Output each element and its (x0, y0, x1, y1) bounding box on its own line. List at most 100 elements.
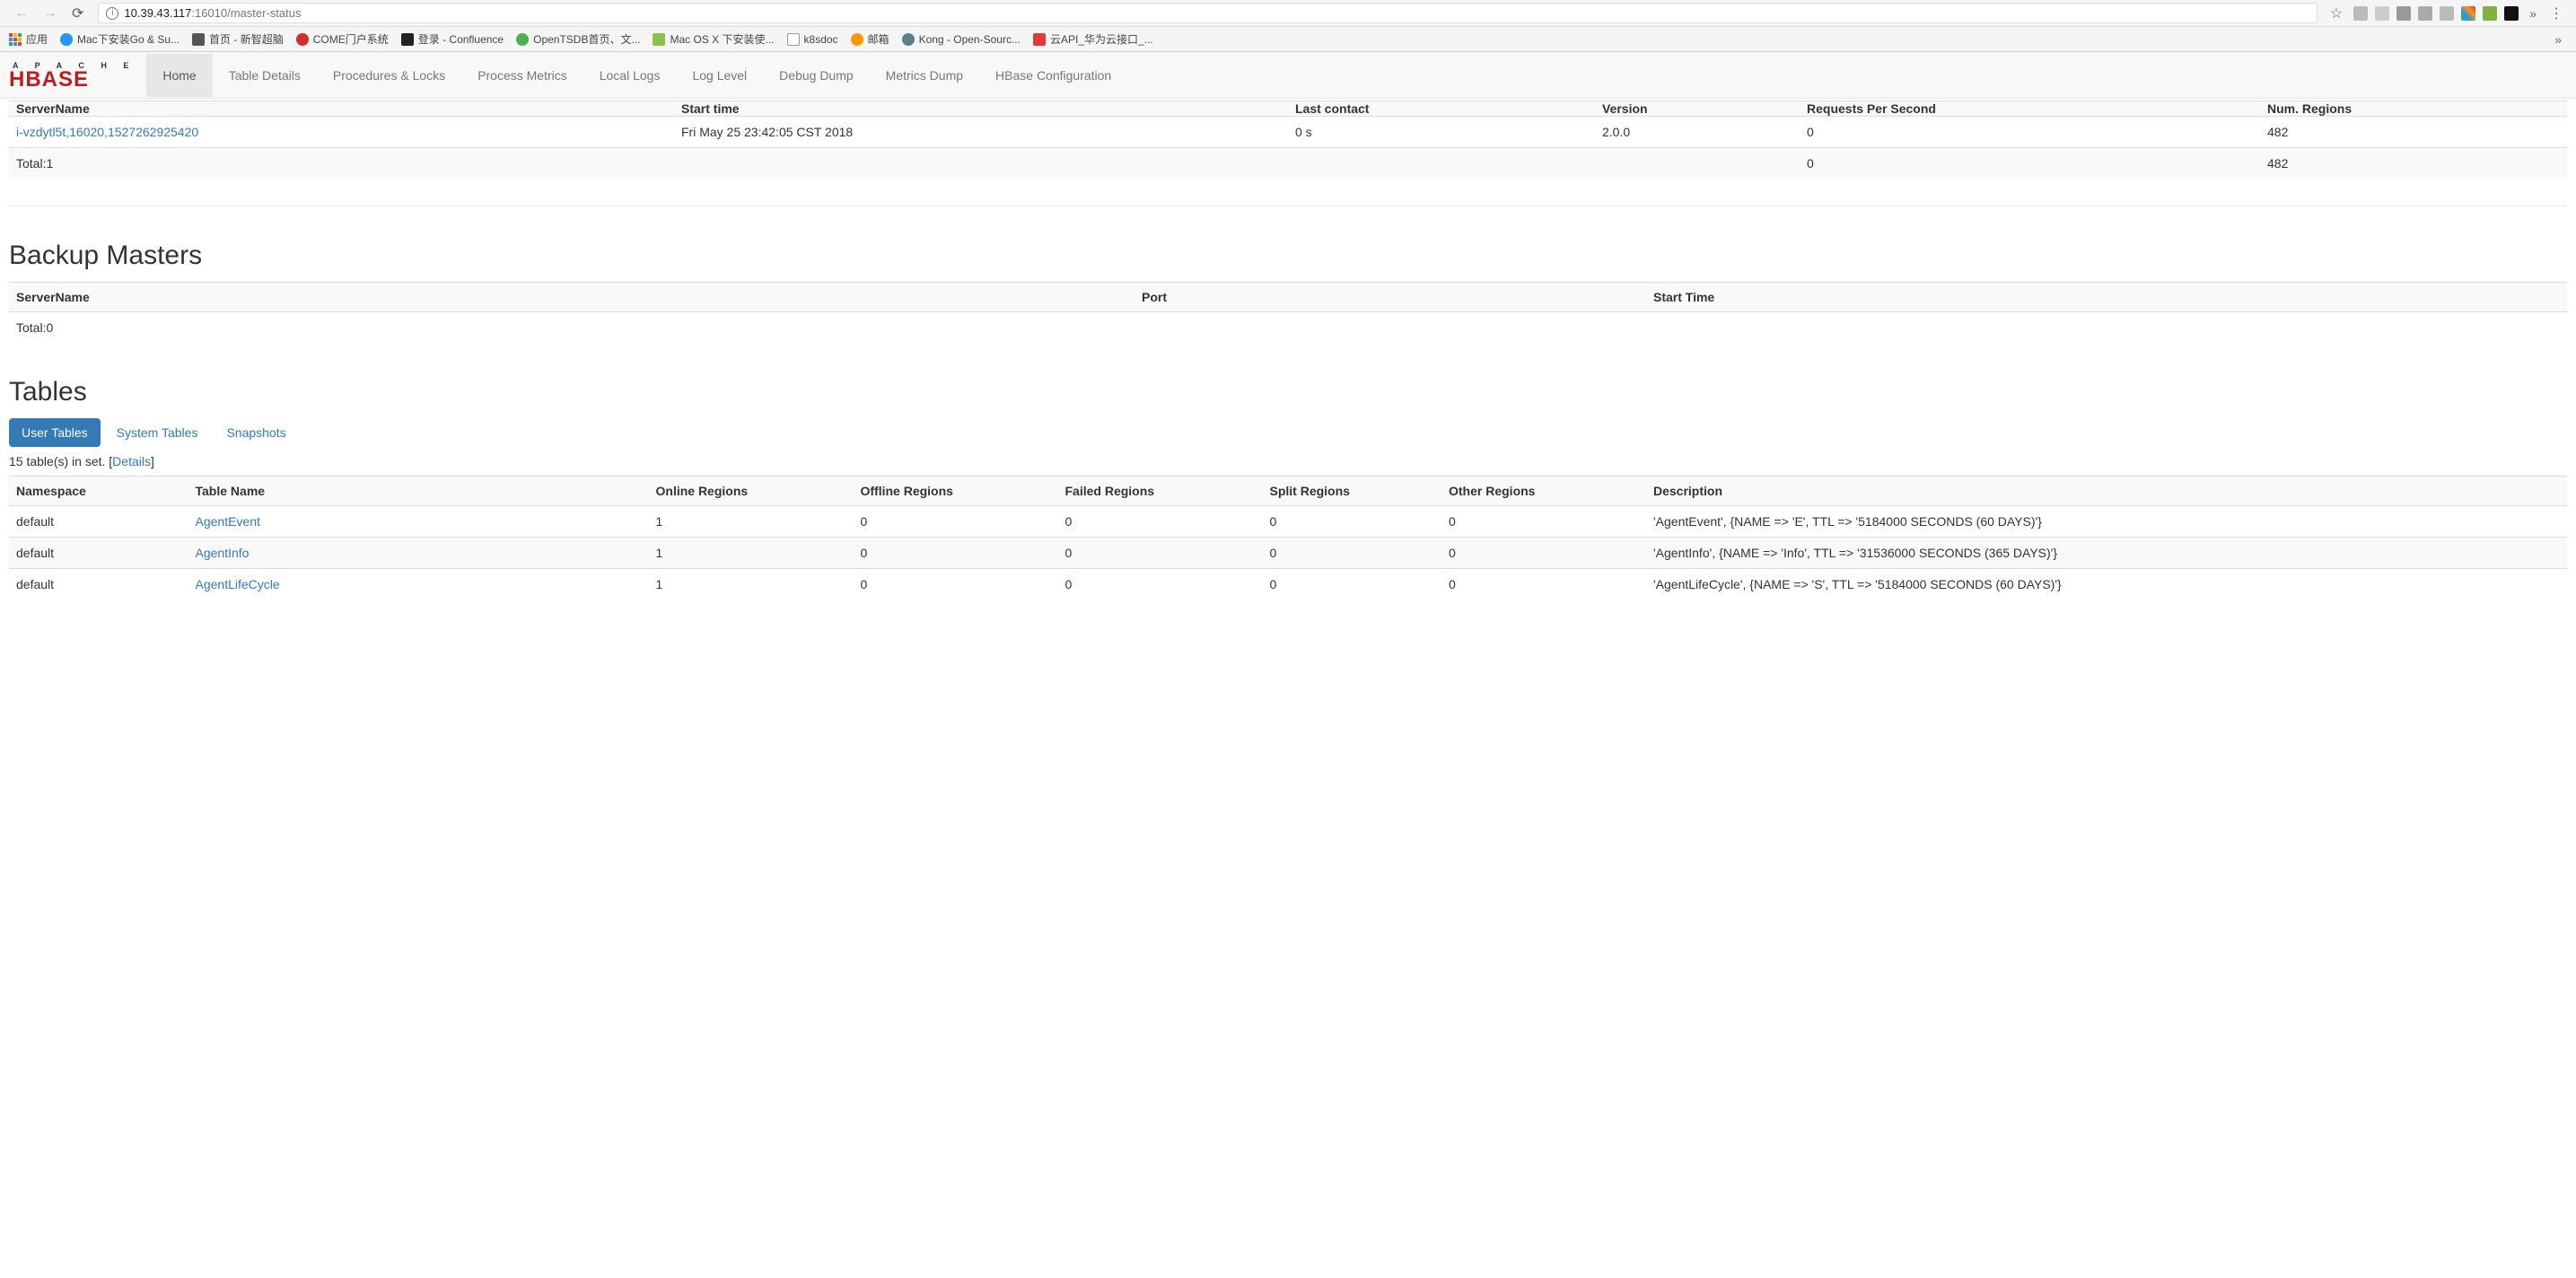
user-tables-table: Namespace Table Name Online Regions Offl… (9, 476, 2567, 600)
th-port: Port (1135, 283, 1646, 312)
total-rps: 0 (1800, 148, 2260, 179)
forward-button[interactable]: → (36, 2, 65, 25)
bookmark-favicon (516, 33, 529, 46)
bookmark-item[interactable]: k8sdoc (787, 33, 838, 46)
th-regions: Num. Regions (2260, 101, 2567, 117)
bookmark-item[interactable]: Mac OS X 下安装使... (653, 31, 774, 47)
apps-button[interactable]: 应用 (9, 31, 48, 47)
cell-contact: 0 s (1288, 117, 1595, 148)
th-split: Split Regions (1263, 477, 1442, 506)
url-host: 10.39.43.117 (124, 6, 191, 20)
th-starttime: Start Time (1646, 283, 2567, 312)
nav-procedures-locks[interactable]: Procedures & Locks (317, 54, 461, 97)
table-row: default AgentLifeCycle 1 0 0 0 0 'AgentL… (9, 569, 2567, 600)
table-total-row: Total:0 (9, 312, 2567, 344)
hbase-navbar: A P A C H E HBASE Home Table Details Pro… (0, 52, 2576, 99)
tab-user-tables[interactable]: User Tables (9, 418, 101, 447)
bookmark-item[interactable]: OpenTSDB首页、文... (516, 31, 640, 47)
ext-icon[interactable] (2440, 6, 2454, 21)
bookmark-item[interactable]: Kong - Open-Sourc... (902, 33, 1021, 46)
th-version: Version (1595, 101, 1800, 117)
table-link[interactable]: AgentInfo (196, 546, 250, 560)
th-servername: ServerName (9, 283, 1135, 312)
extension-icons (2348, 6, 2524, 21)
address-bar[interactable]: i 10.39.43.117:16010/master-status (98, 3, 2317, 23)
ext-icon[interactable] (2375, 6, 2389, 21)
th-online: Online Regions (649, 477, 854, 506)
bookmark-favicon (401, 33, 414, 46)
logo-hbase: HBASE (9, 67, 89, 92)
bookmark-item[interactable]: 邮箱 (851, 31, 889, 47)
bookmark-favicon (902, 33, 915, 46)
bookmarks-bar: 应用 Mac下安装Go & Su... 首页 - 新智超脑 COME门户系统 登… (0, 27, 2576, 52)
nav-process-metrics[interactable]: Process Metrics (461, 54, 583, 97)
table-row: i-vzdytl5t,16020,1527262925420 Fri May 2… (9, 117, 2567, 148)
more-bookmarks-icon[interactable]: » (2524, 6, 2542, 21)
reload-button[interactable]: ⟳ (65, 1, 91, 26)
bookmark-item[interactable]: 登录 - Confluence (401, 31, 504, 47)
bookmark-favicon (192, 33, 205, 46)
total-regions: 482 (2260, 148, 2567, 179)
ext-icon[interactable] (2483, 6, 2497, 21)
backup-masters-table: ServerName Port Start Time Total:0 (9, 282, 2567, 343)
table-row: default AgentInfo 1 0 0 0 0 'AgentInfo',… (9, 538, 2567, 569)
nav-log-level[interactable]: Log Level (676, 54, 763, 97)
th-description: Description (1646, 477, 2567, 506)
server-link[interactable]: i-vzdytl5t,16020,1527262925420 (16, 125, 198, 139)
bookmark-favicon (296, 33, 309, 46)
table-link[interactable]: AgentLifeCycle (196, 577, 280, 591)
browser-toolbar: ← → ⟳ i 10.39.43.117:16010/master-status… (0, 0, 2576, 27)
bookmarks-overflow-icon[interactable]: » (2549, 32, 2567, 47)
th-offline: Offline Regions (854, 477, 1058, 506)
bookmark-item[interactable]: COME门户系统 (296, 31, 389, 47)
bookmark-star-icon[interactable]: ☆ (2325, 4, 2348, 22)
bookmark-favicon (60, 33, 73, 46)
tab-snapshots[interactable]: Snapshots (214, 418, 298, 447)
url-path: /master-status (227, 6, 301, 20)
cell-version: 2.0.0 (1595, 117, 1800, 148)
tables-heading: Tables (9, 377, 2567, 407)
nav-local-logs[interactable]: Local Logs (583, 54, 677, 97)
th-tablename: Table Name (188, 477, 649, 506)
ext-icon[interactable] (2461, 6, 2475, 21)
nav-debug-dump[interactable]: Debug Dump (763, 54, 870, 97)
th-rps: Requests Per Second (1800, 101, 2260, 117)
ext-icon[interactable] (2418, 6, 2432, 21)
details-link[interactable]: Details (112, 454, 151, 468)
bookmark-item[interactable]: 云API_华为云接口_... (1033, 31, 1153, 47)
th-other: Other Regions (1441, 477, 1646, 506)
th-servername: ServerName (9, 101, 674, 117)
nav-table-details[interactable]: Table Details (213, 54, 317, 97)
nav-hbase-configuration[interactable]: HBase Configuration (979, 54, 1127, 97)
apps-label: 应用 (26, 31, 48, 47)
cell-rps: 0 (1800, 117, 2260, 148)
table-link[interactable]: AgentEvent (196, 514, 260, 529)
tab-system-tables[interactable]: System Tables (104, 418, 211, 447)
bookmark-item[interactable]: 首页 - 新智超脑 (192, 31, 284, 47)
table-row: default AgentEvent 1 0 0 0 0 'AgentEvent… (9, 506, 2567, 538)
tables-summary: 15 table(s) in set. [Details] (9, 454, 2567, 468)
back-button[interactable]: ← (7, 2, 36, 25)
th-namespace: Namespace (9, 477, 188, 506)
total-label: Total:0 (9, 312, 1135, 344)
url-port: :16010 (191, 6, 227, 20)
nav-metrics-dump[interactable]: Metrics Dump (870, 54, 979, 97)
th-starttime: Start time (674, 101, 1288, 117)
total-label: Total:1 (9, 148, 674, 179)
ext-icon[interactable] (2396, 6, 2411, 21)
bookmark-favicon (787, 33, 800, 46)
bookmark-favicon (851, 33, 863, 46)
nav-home[interactable]: Home (146, 54, 212, 97)
backup-masters-heading: Backup Masters (9, 241, 2567, 271)
bookmark-favicon (653, 33, 665, 46)
hbase-logo[interactable]: A P A C H E HBASE (7, 61, 146, 90)
th-failed: Failed Regions (1058, 477, 1263, 506)
ext-icon[interactable] (2353, 6, 2368, 21)
info-icon[interactable]: i (106, 7, 118, 20)
ext-icon[interactable] (2504, 6, 2519, 21)
bookmark-item[interactable]: Mac下安装Go & Su... (60, 31, 180, 47)
cell-regions: 482 (2260, 117, 2567, 148)
tables-tabs: User Tables System Tables Snapshots (9, 418, 2567, 447)
apps-icon (9, 33, 22, 46)
browser-menu-icon[interactable]: ⋮ (2542, 4, 2569, 22)
